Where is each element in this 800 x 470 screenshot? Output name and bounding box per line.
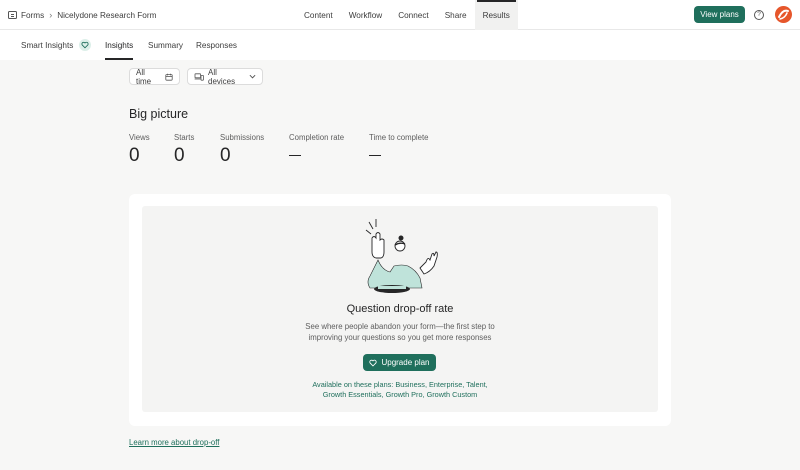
tab-label: Insights bbox=[105, 40, 134, 50]
devices-filter[interactable]: All devices bbox=[187, 67, 263, 86]
calendar-icon bbox=[165, 73, 173, 81]
nav-label: Share bbox=[444, 10, 467, 20]
stat-time-to-complete: Time to complete bbox=[369, 133, 429, 157]
brand-avatar[interactable] bbox=[775, 6, 792, 23]
date-filter-label: All time bbox=[136, 67, 152, 86]
nav-workflow[interactable]: Workflow bbox=[341, 0, 391, 30]
devices-icon bbox=[194, 72, 204, 81]
stat-submissions: Submissions 0 bbox=[220, 133, 264, 167]
breadcrumb-forms-link[interactable]: Forms bbox=[21, 11, 44, 20]
nav-label: Content bbox=[304, 10, 333, 20]
chevron-right-icon: › bbox=[49, 10, 53, 20]
dropoff-title: Question drop-off rate bbox=[346, 303, 454, 315]
stat-value: 0 bbox=[174, 145, 185, 166]
nav-share[interactable]: Share bbox=[437, 0, 475, 30]
dropoff-upsell-panel: Question drop-off rate See where people … bbox=[142, 206, 658, 412]
stat-value: 0 bbox=[220, 145, 231, 166]
dropoff-description: See where people abandon your form—the f… bbox=[142, 321, 658, 343]
tab-summary[interactable]: Summary bbox=[148, 30, 183, 60]
learn-more-dropoff-link[interactable]: Learn more about drop-off bbox=[129, 438, 219, 447]
nav-label: Results bbox=[482, 10, 510, 20]
upgrade-plan-button[interactable]: Upgrade plan bbox=[363, 354, 436, 371]
main-nav: Content Workflow Connect Share Results bbox=[296, 0, 518, 30]
question-circle-icon[interactable]: ? bbox=[754, 9, 764, 20]
tab-smart-insights[interactable]: Smart Insights bbox=[21, 30, 92, 60]
nav-content[interactable]: Content bbox=[296, 0, 341, 30]
stat-value: 0 bbox=[129, 145, 140, 166]
tab-label: Responses bbox=[196, 40, 237, 50]
tab-responses[interactable]: Responses bbox=[196, 30, 237, 60]
nav-results[interactable]: Results bbox=[474, 0, 518, 30]
stat-empty-dash bbox=[289, 155, 301, 157]
available-plans-line: Growth Essentials, Growth Pro, Growth Cu… bbox=[322, 390, 478, 399]
brand-logo-icon bbox=[778, 9, 789, 20]
stat-views: Views 0 bbox=[129, 133, 150, 167]
devices-filter-label: All devices bbox=[208, 67, 236, 86]
nav-label: Workflow bbox=[348, 10, 383, 20]
dropoff-card: Question drop-off rate See where people … bbox=[129, 194, 671, 426]
description-line: See where people abandon your form—the f… bbox=[305, 322, 495, 331]
person-raising-hand-illustration bbox=[365, 219, 438, 293]
nav-label: Connect bbox=[398, 10, 429, 20]
date-filter[interactable]: All time bbox=[129, 67, 180, 86]
stat-label: Views bbox=[129, 133, 150, 142]
nav-connect[interactable]: Connect bbox=[390, 0, 437, 30]
stat-label: Starts bbox=[174, 133, 195, 142]
stat-completion-rate: Completion rate bbox=[289, 133, 345, 157]
forms-icon bbox=[8, 11, 17, 19]
sub-tabs: Smart Insights Insights Summary Response… bbox=[0, 30, 800, 60]
big-picture-title: Big picture bbox=[129, 107, 189, 121]
stat-label: Submissions bbox=[220, 133, 265, 142]
chevron-down-icon bbox=[249, 74, 256, 79]
description-line: improving your questions so you get more… bbox=[308, 333, 492, 342]
stat-label: Time to complete bbox=[369, 133, 429, 142]
available-plans-text: Available on these plans: Business, Ente… bbox=[142, 380, 658, 400]
stat-starts: Starts 0 bbox=[174, 133, 194, 167]
view-plans-button[interactable]: View plans bbox=[694, 6, 745, 23]
stat-label: Completion rate bbox=[289, 133, 345, 142]
heart-sparkle-icon bbox=[79, 39, 92, 51]
available-plans-line: Available on these plans: Business, Ente… bbox=[312, 380, 488, 389]
tab-label: Summary bbox=[148, 40, 184, 50]
tab-insights[interactable]: Insights bbox=[105, 30, 134, 60]
stat-empty-dash bbox=[369, 155, 381, 157]
tab-label: Smart Insights bbox=[21, 40, 74, 50]
upgrade-plan-label: Upgrade plan bbox=[381, 358, 430, 367]
heart-sparkle-icon bbox=[369, 359, 378, 367]
top-bar: Forms › Nicelydone Research Form Content… bbox=[0, 0, 800, 30]
breadcrumb-form-name[interactable]: Nicelydone Research Form bbox=[57, 11, 156, 20]
breadcrumb: Forms › Nicelydone Research Form bbox=[8, 0, 156, 30]
